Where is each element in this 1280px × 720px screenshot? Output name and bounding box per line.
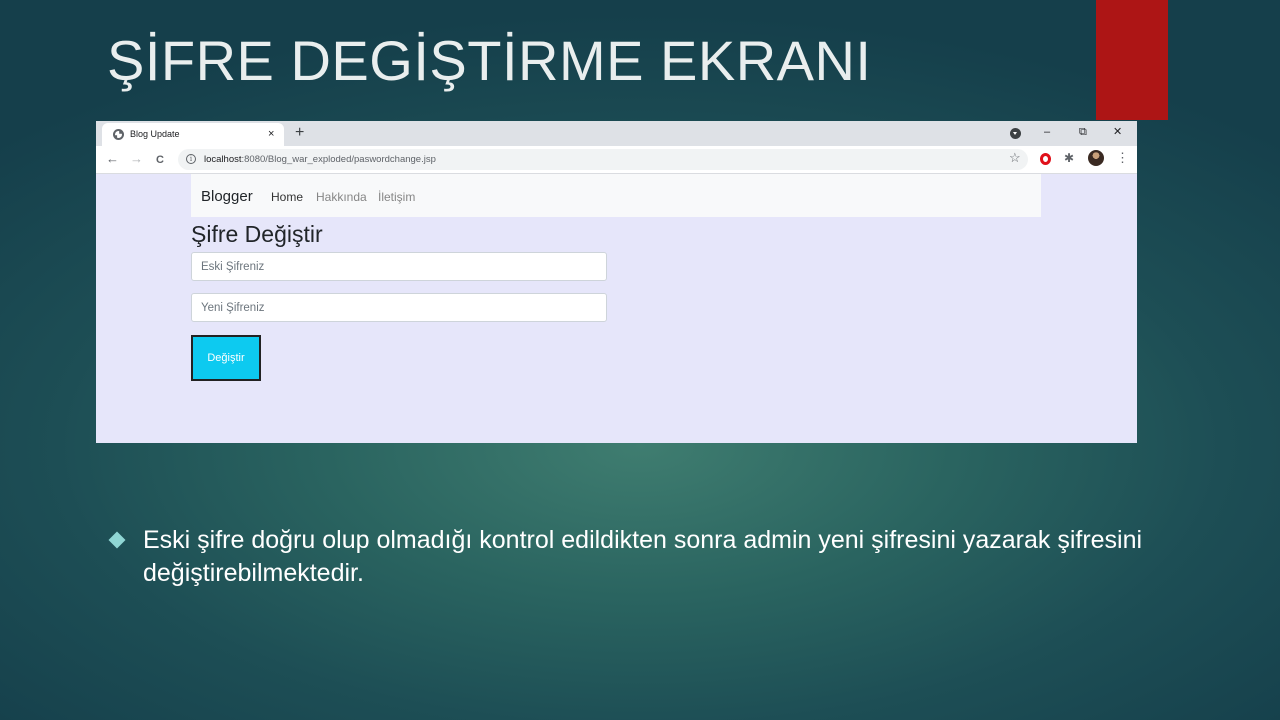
reload-icon[interactable]: C — [156, 152, 164, 168]
new-password-input[interactable] — [191, 293, 607, 322]
change-password-button[interactable]: Değiştir — [191, 335, 261, 381]
close-window-button[interactable]: ✕ — [1113, 124, 1122, 140]
old-password-input[interactable] — [191, 252, 607, 281]
slide-bullet-text: Eski şifre doğru olup olmadığı kontrol e… — [143, 526, 1143, 587]
minimize-button[interactable]: – — [1044, 124, 1050, 140]
back-arrow-icon[interactable]: ← — [106, 151, 119, 167]
url-host: localhost — [204, 154, 242, 165]
browser-toolbar: ← → C i localhost:8080/Blog_war_exploded… — [96, 146, 1137, 174]
profile-avatar[interactable] — [1088, 150, 1104, 166]
tab-close-icon[interactable]: × — [268, 127, 274, 141]
browser-menu-icon[interactable]: ⋮ — [1116, 150, 1129, 166]
globe-icon — [113, 129, 124, 140]
new-tab-button[interactable]: + — [295, 124, 304, 142]
tab-strip: Blog Update × + – ⧉ ✕ — [96, 121, 1137, 146]
form-heading: Şifre Değiştir — [191, 221, 323, 247]
slide-title: ŞİFRE DEGİŞTİRME EKRANI — [107, 29, 872, 92]
bullet-diamond-icon — [108, 531, 126, 549]
navbar-brand[interactable]: Blogger — [201, 188, 253, 205]
nav-link-iletisim[interactable]: İletişim — [378, 190, 415, 204]
nav-link-home[interactable]: Home — [271, 190, 303, 204]
tab-title: Blog Update — [130, 129, 180, 139]
extensions-puzzle-icon[interactable]: ✱ — [1064, 150, 1074, 166]
nav-link-hakkinda[interactable]: Hakkında — [316, 190, 367, 204]
forward-arrow-icon[interactable]: → — [130, 151, 143, 167]
red-accent-bar — [1096, 0, 1168, 120]
info-icon[interactable]: i — [186, 154, 196, 164]
browser-window: Blog Update × + – ⧉ ✕ ← → C i localhost:… — [96, 121, 1137, 443]
browser-tab[interactable]: Blog Update × — [102, 123, 284, 146]
address-bar[interactable]: i localhost:8080/Blog_war_exploded/paswo… — [178, 149, 1028, 170]
tab-search-icon[interactable] — [1010, 128, 1021, 139]
opera-extension-icon[interactable] — [1040, 153, 1051, 165]
url-path: :8080/Blog_war_exploded/paswordchange.js… — [241, 154, 436, 165]
url-text: localhost:8080/Blog_war_exploded/pasword… — [204, 154, 436, 165]
site-navbar: Blogger Home Hakkında İletişim — [191, 174, 1041, 217]
bookmark-star-icon[interactable]: ☆ — [1009, 150, 1021, 166]
restore-button[interactable]: ⧉ — [1079, 124, 1087, 140]
